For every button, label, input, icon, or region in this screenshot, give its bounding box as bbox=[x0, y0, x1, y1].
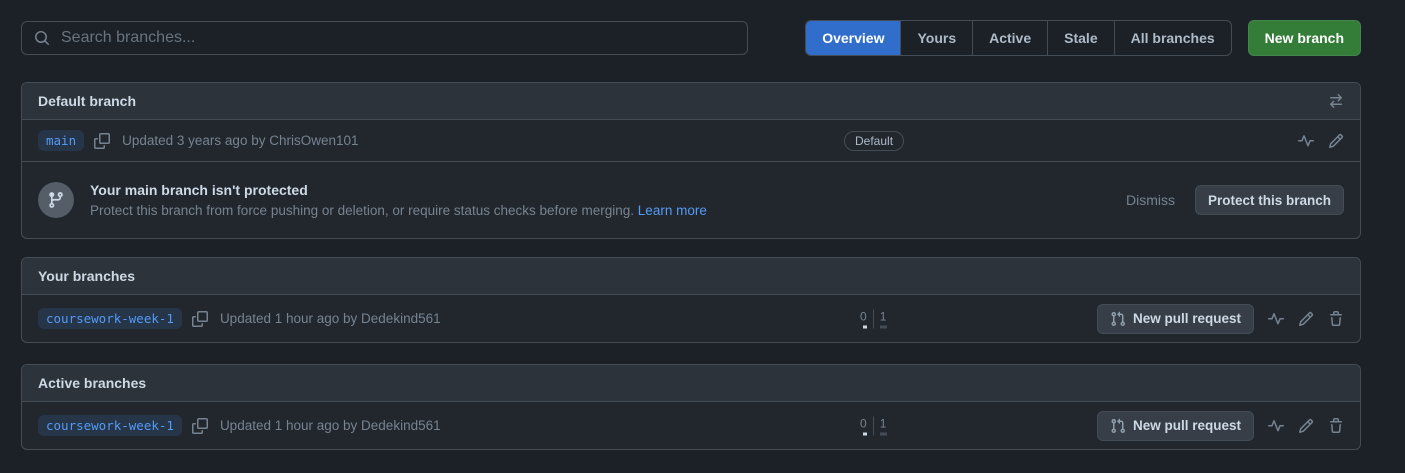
your-branches-header: Your branches bbox=[22, 258, 1360, 295]
new-pull-request-button[interactable]: New pull request bbox=[1097, 304, 1254, 334]
activity-button[interactable] bbox=[1268, 311, 1284, 327]
delete-branch-button[interactable] bbox=[1328, 311, 1344, 327]
section-title: Active branches bbox=[38, 375, 146, 391]
activity-button[interactable] bbox=[1298, 133, 1314, 149]
protect-branch-button[interactable]: Protect this branch bbox=[1195, 185, 1344, 215]
git-pull-request-icon bbox=[1110, 311, 1126, 327]
active-branches-header: Active branches bbox=[22, 365, 1360, 402]
notice-actions: Dismiss Protect this branch bbox=[1126, 185, 1344, 215]
behind-meter bbox=[863, 325, 867, 328]
copy-branch-name-button[interactable] bbox=[192, 418, 208, 434]
row-actions: New pull request bbox=[1097, 304, 1344, 334]
branches-toolbar: Overview Yours Active Stale All branches… bbox=[0, 0, 1405, 56]
new-pull-request-label: New pull request bbox=[1133, 311, 1241, 326]
tab-active[interactable]: Active bbox=[972, 21, 1047, 55]
active-branches-section: Active branches coursework-week-1 Update… bbox=[21, 364, 1361, 450]
branch-row-coursework: coursework-week-1 Updated 1 hour ago by … bbox=[22, 402, 1360, 449]
git-pull-request-icon bbox=[1110, 418, 1126, 434]
section-title: Default branch bbox=[38, 93, 136, 109]
tab-overview[interactable]: Overview bbox=[806, 21, 900, 55]
branch-protection-notice: Your main branch isn't protected Protect… bbox=[22, 161, 1360, 238]
learn-more-link[interactable]: Learn more bbox=[638, 203, 707, 218]
behind-count-value: 0 bbox=[860, 309, 867, 323]
dismiss-button[interactable]: Dismiss bbox=[1126, 192, 1175, 208]
ahead-count: 1 bbox=[873, 416, 887, 435]
rename-branch-button[interactable] bbox=[1298, 418, 1314, 434]
arrow-switch-icon bbox=[1328, 93, 1344, 109]
branch-row-coursework: coursework-week-1 Updated 1 hour ago by … bbox=[22, 295, 1360, 342]
default-badge: Default bbox=[844, 131, 904, 151]
ahead-behind-widget: 0 1 bbox=[860, 309, 887, 328]
notice-title: Your main branch isn't protected bbox=[90, 182, 707, 198]
pencil-icon bbox=[1298, 311, 1314, 327]
section-title: Your branches bbox=[38, 268, 135, 284]
behind-meter bbox=[863, 432, 867, 435]
search-icon bbox=[34, 30, 50, 46]
branch-updated-text: Updated 1 hour ago by Dedekind561 bbox=[220, 418, 441, 433]
search-branches-box[interactable] bbox=[21, 21, 748, 55]
branch-avatar bbox=[38, 182, 74, 218]
copy-icon bbox=[192, 418, 208, 434]
tab-stale[interactable]: Stale bbox=[1047, 21, 1113, 55]
ahead-meter bbox=[880, 432, 887, 435]
notice-description: Protect this branch from force pushing o… bbox=[90, 203, 707, 218]
pulse-icon bbox=[1268, 418, 1284, 434]
notice-text: Your main branch isn't protected Protect… bbox=[90, 182, 707, 218]
tab-all-branches[interactable]: All branches bbox=[1114, 21, 1231, 55]
new-pull-request-label: New pull request bbox=[1133, 418, 1241, 433]
branch-name-link[interactable]: coursework-week-1 bbox=[38, 415, 182, 436]
ahead-meter bbox=[880, 325, 887, 328]
branch-filter-tabs: Overview Yours Active Stale All branches bbox=[805, 20, 1231, 56]
new-pull-request-button[interactable]: New pull request bbox=[1097, 411, 1254, 441]
tab-yours[interactable]: Yours bbox=[900, 21, 972, 55]
pulse-icon bbox=[1298, 133, 1314, 149]
rename-branch-button[interactable] bbox=[1298, 311, 1314, 327]
notice-description-text: Protect this branch from force pushing o… bbox=[90, 203, 634, 218]
pencil-icon bbox=[1328, 133, 1344, 149]
compare-branches-button[interactable] bbox=[1328, 93, 1344, 109]
activity-button[interactable] bbox=[1268, 418, 1284, 434]
trash-icon bbox=[1328, 418, 1344, 434]
default-branch-header: Default branch bbox=[22, 83, 1360, 120]
ahead-count: 1 bbox=[873, 309, 887, 328]
behind-count-value: 0 bbox=[860, 416, 867, 430]
git-branch-icon bbox=[47, 191, 65, 209]
ahead-behind-widget: 0 1 bbox=[860, 416, 887, 435]
ahead-count-value: 1 bbox=[880, 416, 887, 430]
trash-icon bbox=[1328, 311, 1344, 327]
copy-branch-name-button[interactable] bbox=[192, 311, 208, 327]
copy-icon bbox=[94, 133, 110, 149]
your-branches-section: Your branches coursework-week-1 Updated … bbox=[21, 257, 1361, 343]
branch-name-link[interactable]: coursework-week-1 bbox=[38, 308, 182, 329]
branch-updated-text: Updated 3 years ago by ChrisOwen101 bbox=[122, 133, 358, 148]
default-branch-section: Default branch main Updated 3 years ago … bbox=[21, 82, 1361, 239]
delete-branch-button[interactable] bbox=[1328, 418, 1344, 434]
copy-icon bbox=[192, 311, 208, 327]
rename-branch-button[interactable] bbox=[1328, 133, 1344, 149]
row-actions bbox=[1298, 133, 1344, 149]
copy-branch-name-button[interactable] bbox=[94, 133, 110, 149]
behind-count: 0 bbox=[860, 416, 873, 435]
behind-count: 0 bbox=[860, 309, 873, 328]
ahead-count-value: 1 bbox=[880, 309, 887, 323]
search-input[interactable] bbox=[59, 28, 735, 48]
new-branch-button[interactable]: New branch bbox=[1248, 20, 1361, 56]
pulse-icon bbox=[1268, 311, 1284, 327]
branch-name-link[interactable]: main bbox=[38, 130, 84, 151]
pencil-icon bbox=[1298, 418, 1314, 434]
branch-updated-text: Updated 1 hour ago by Dedekind561 bbox=[220, 311, 441, 326]
row-actions: New pull request bbox=[1097, 411, 1344, 441]
branch-row-main: main Updated 3 years ago by ChrisOwen101… bbox=[22, 120, 1360, 161]
